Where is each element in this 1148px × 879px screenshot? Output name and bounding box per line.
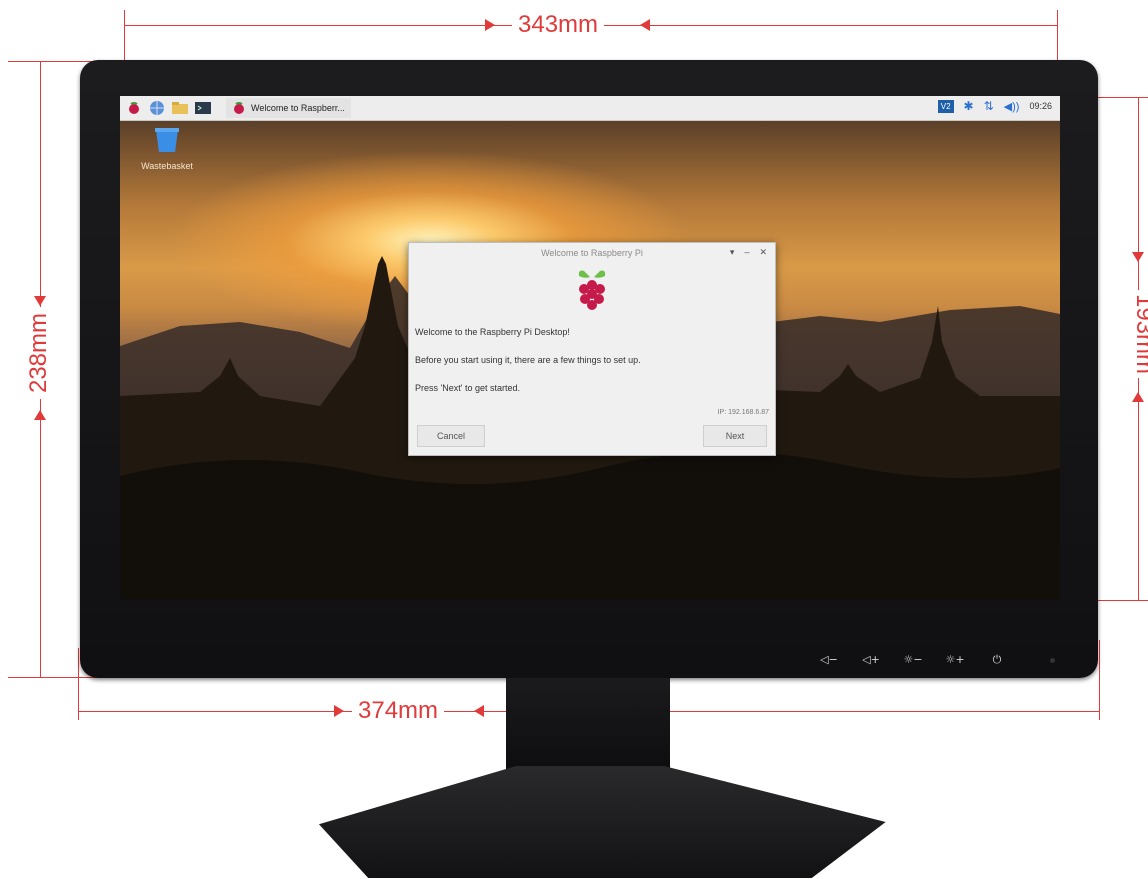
top-width-label: 343mm bbox=[512, 13, 605, 37]
left-height-arrow-down bbox=[34, 296, 46, 306]
clock: 09:26 bbox=[1029, 101, 1052, 111]
cancel-button[interactable]: Cancel bbox=[417, 425, 485, 447]
right-height-label: 193mm bbox=[1131, 289, 1148, 379]
dialog-next-text: Press 'Next' to get started. bbox=[415, 383, 520, 393]
welcome-dialog: Welcome to Raspberry Pi ▾ – ✕ Welcome to… bbox=[408, 242, 776, 456]
dialog-ip-address: IP: 192.168.6.87 bbox=[717, 409, 769, 416]
power-led bbox=[1050, 658, 1055, 663]
dialog-menu-icon[interactable]: ▾ bbox=[730, 247, 735, 258]
raspberry-menu-icon[interactable] bbox=[125, 100, 143, 116]
taskbar-task-welcome[interactable]: Welcome to Raspberr... bbox=[226, 98, 351, 118]
next-button[interactable]: Next bbox=[703, 425, 767, 447]
terminal-icon[interactable] bbox=[194, 100, 212, 116]
left-height-arrow-up bbox=[34, 410, 46, 420]
bluetooth-icon[interactable]: ✱ bbox=[964, 99, 974, 113]
dialog-setup-text: Before you start using it, there are a f… bbox=[415, 355, 641, 365]
folder-icon[interactable] bbox=[171, 100, 189, 116]
right-height-arrow-up bbox=[1132, 392, 1144, 402]
brightness-up-button[interactable]: ☼+ bbox=[934, 653, 976, 667]
top-width-arrow-left bbox=[640, 19, 650, 31]
volume-up-button[interactable]: ◁+ bbox=[850, 653, 892, 667]
wastebasket-label: Wastebasket bbox=[141, 161, 193, 171]
wastebasket-icon bbox=[155, 128, 179, 152]
dialog-minimize-icon[interactable]: – bbox=[744, 247, 749, 258]
volume-down-button[interactable]: ◁− bbox=[808, 653, 850, 667]
volume-icon[interactable]: ◀)) bbox=[1004, 100, 1020, 113]
vnc-icon[interactable]: V2 bbox=[937, 99, 954, 113]
bottom-width-arrow-left bbox=[474, 705, 484, 717]
desktop-icon-wastebasket[interactable]: Wastebasket bbox=[132, 126, 202, 171]
bottom-width-arrow-right bbox=[334, 705, 344, 717]
network-icon[interactable]: ⇅ bbox=[984, 99, 994, 113]
taskbar: Welcome to Raspberr... V2 ✱ ⇅ ◀)) 09:26 bbox=[120, 96, 1060, 121]
left-height-bottom-tick bbox=[8, 677, 104, 678]
bezel-button-row: ◁− ◁+ ☼− ☼+ ⏻ bbox=[808, 653, 1018, 667]
dialog-close-icon[interactable]: ✕ bbox=[759, 247, 767, 258]
bottom-width-left-tick bbox=[78, 648, 79, 720]
left-height-label: 238mm bbox=[25, 306, 52, 400]
stand-neck bbox=[506, 678, 670, 774]
system-tray: V2 ✱ ⇅ ◀)) 09:26 bbox=[937, 99, 1052, 113]
dialog-title: Welcome to Raspberry Pi bbox=[541, 248, 643, 258]
taskbar-task-label: Welcome to Raspberr... bbox=[251, 103, 345, 113]
brightness-down-button[interactable]: ☼− bbox=[892, 653, 934, 667]
dialog-welcome-text: Welcome to the Raspberry Pi Desktop! bbox=[415, 327, 570, 337]
raspberry-task-icon bbox=[234, 102, 244, 114]
bottom-width-right-tick bbox=[1099, 640, 1100, 720]
right-height-arrow-down bbox=[1132, 252, 1144, 262]
stand-base bbox=[318, 766, 886, 878]
top-width-arrow-right bbox=[485, 19, 495, 31]
dialog-titlebar: Welcome to Raspberry Pi ▾ – ✕ bbox=[409, 243, 775, 263]
power-button[interactable]: ⏻ bbox=[976, 653, 1018, 667]
raspberry-pi-logo bbox=[409, 267, 775, 311]
globe-icon[interactable] bbox=[148, 100, 166, 116]
desktop-screen: Welcome to Raspberr... V2 ✱ ⇅ ◀)) 09:26 … bbox=[120, 96, 1060, 600]
bottom-width-label: 374mm bbox=[352, 699, 445, 723]
